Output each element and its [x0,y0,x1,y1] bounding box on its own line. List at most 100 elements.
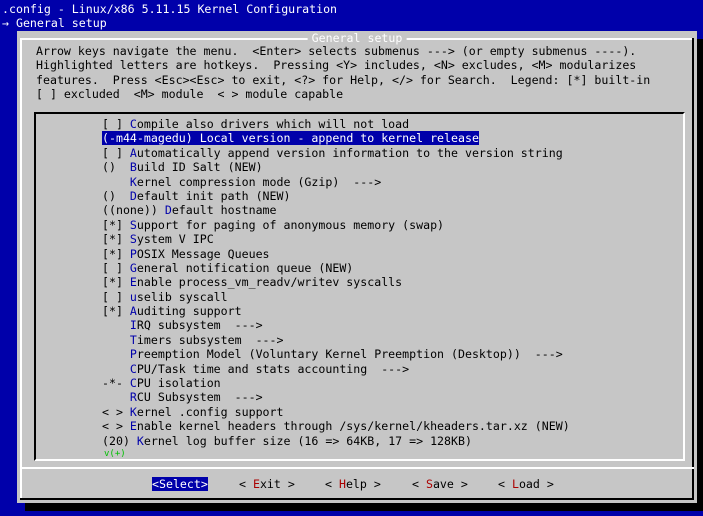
menu-item-hotkey: B [129,160,137,175]
frame-bottom [20,498,694,500]
menu-item[interactable]: Preemption Model (Voluntary Kernel Preem… [102,347,570,361]
menu-item-text: Kernel compression mode (Gzip) ---> [102,175,381,189]
menu-item-label: nable kernel headers through /sys/kernel… [136,419,570,434]
menu-item-text: [ ] uselib syscall [102,290,228,304]
menu-item-state [102,347,130,361]
button-label: < Help > [325,477,381,491]
menu-item-text: () Build ID Salt (NEW) [102,160,263,174]
menu-item[interactable]: -*- CPU isolation [102,376,570,390]
menu-item-hotkey: A [129,304,137,319]
button-hotkey: S [158,477,166,491]
menu-item-text: () Default init path (NEW) [102,189,290,203]
menu-item-label: PU/Task time and stats accounting ---> [136,361,410,376]
button-label: < Exit > [239,477,295,491]
menu-item[interactable]: [ ] Compile also drivers which will not … [102,117,570,131]
button-hotkey: H [338,477,346,491]
menu-item-label: RQ subsystem ---> [136,318,263,333]
menu-item[interactable]: CPU/Task time and stats accounting ---> [102,362,570,376]
menu-item-hotkey: K [136,433,144,448]
button-label: < Load > [498,477,554,491]
menu-item-hotkey: P [129,347,137,362]
menu-item[interactable]: [*] System V IPC [102,232,570,246]
menu-item-state: [*] [102,275,130,290]
menu-item[interactable]: RCU Subsystem ---> [102,390,570,404]
menu-item-state [102,390,130,404]
menu-item[interactable]: [ ] General notification queue (NEW) [102,261,570,275]
menu-item-label: nable process_vm_readv/writev syscalls [136,275,403,290]
button-close: > [366,477,381,491]
button-text: elp [345,477,367,491]
menu-item-state: < > [102,404,130,419]
help-text: Arrow keys navigate the menu. <Enter> se… [36,44,650,102]
menu-item-state: ((none)) [102,203,165,218]
button-2[interactable]: < Help > [325,477,381,491]
menu-item-hotkey: D [164,203,172,218]
button-1[interactable]: < Exit > [239,477,295,491]
menu-item[interactable]: [*] Support for paging of anonymous memo… [102,218,570,232]
menu-item[interactable]: (-m44-magedu) Local version - append to … [102,131,570,146]
menu-item-label: efault hostname [171,203,277,218]
menu-item-label: ystem V IPC [136,232,214,247]
menu-item-hotkey: S [129,217,137,232]
menu-item-hotkey: I [129,318,137,333]
menu-item-hotkey: S [129,232,137,247]
menu-item[interactable]: (20) Kernel log buffer size (16 => 64KB,… [102,434,570,448]
button-0[interactable]: <Select> [152,477,208,491]
menu-item-text: Preemption Model (Voluntary Kernel Preem… [102,347,563,361]
button-open: < [325,477,339,491]
menu-item-state: [ ] [102,289,130,304]
scroll-more-indicator[interactable]: v(+) [104,447,126,461]
button-hotkey: S [425,477,433,491]
menu-item[interactable]: ((none)) Default hostname [102,203,570,217]
menu-item-state: [*] [102,217,130,232]
button-label: < Save > [412,477,468,491]
button-open: < [498,477,512,491]
menu-item-state: [*] [102,246,130,261]
menu-item[interactable]: [ ] uselib syscall [102,290,570,304]
menu-item-state: (-m44-magedu) [102,131,200,146]
menu-item-text: [*] Support for paging of anonymous memo… [102,218,444,232]
button-hotkey: L [511,477,519,491]
menu-item-text: RCU Subsystem ---> [102,390,263,404]
menu-item[interactable]: () Build ID Salt (NEW) [102,160,570,174]
menu-item[interactable]: Kernel compression mode (Gzip) ---> [102,175,570,189]
menu-item[interactable]: () Default init path (NEW) [102,189,570,203]
menu-item-hotkey: u [129,289,137,304]
help-line: [ ] excluded <M> module < > module capab… [36,87,344,102]
menu-item-state [102,333,130,347]
menu-item[interactable]: < > Enable kernel headers through /sys/k… [102,419,570,433]
window-title: .config - Linux/x86 5.11.15 Kernel Confi… [2,2,338,16]
menu-item-text: [*] POSIX Message Queues [102,247,270,261]
menu-item-text: [*] System V IPC [102,232,214,246]
menu-item-label: selib syscall [136,289,228,304]
menu-item-hotkey: E [129,419,137,434]
menu-item[interactable]: < > Kernel .config support [102,405,570,419]
menu-item-label: efault init path (NEW) [136,188,291,203]
menu-item-text: [*] Auditing support [102,304,242,318]
menu-item[interactable]: [ ] Automatically append version informa… [102,146,570,160]
menu-item-state [102,175,130,189]
button-4[interactable]: < Load > [498,477,554,491]
menu-list-box: [ ] Compile also drivers which will not … [34,112,685,461]
menuconfig-dialog: General setup Arrow keys navigate the me… [17,31,697,503]
frame-right [692,38,694,500]
menu-item-text: (20) Kernel log buffer size (16 => 64KB,… [102,434,472,448]
menu-item-text: < > Enable kernel headers through /sys/k… [102,419,570,433]
button-text: ave [432,477,454,491]
menu-item[interactable]: IRQ subsystem ---> [102,318,570,332]
menu-item-label: imers subsystem ---> [136,332,284,347]
menu-item[interactable]: Timers subsystem ---> [102,333,570,347]
menu-item-state: () [102,160,130,175]
menu-item-label: reemption Model (Voluntary Kernel Preemp… [136,347,563,362]
button-3[interactable]: < Save > [412,477,468,491]
menu-item[interactable]: [*] Auditing support [102,304,570,318]
menu-item-label: ernel log buffer size (16 => 64KB, 17 =>… [143,433,472,448]
button-text: xit [259,477,281,491]
menu-item[interactable]: [*] Enable process_vm_readv/writev sysca… [102,275,570,289]
menu-item-label: ernel compression mode (Gzip) ---> [136,174,382,189]
menu-item-state [102,318,130,332]
menu-item[interactable]: [*] POSIX Message Queues [102,247,570,261]
button-close: > [200,477,208,491]
menu-item-hotkey: E [129,275,137,290]
button-text: elect [165,477,201,491]
